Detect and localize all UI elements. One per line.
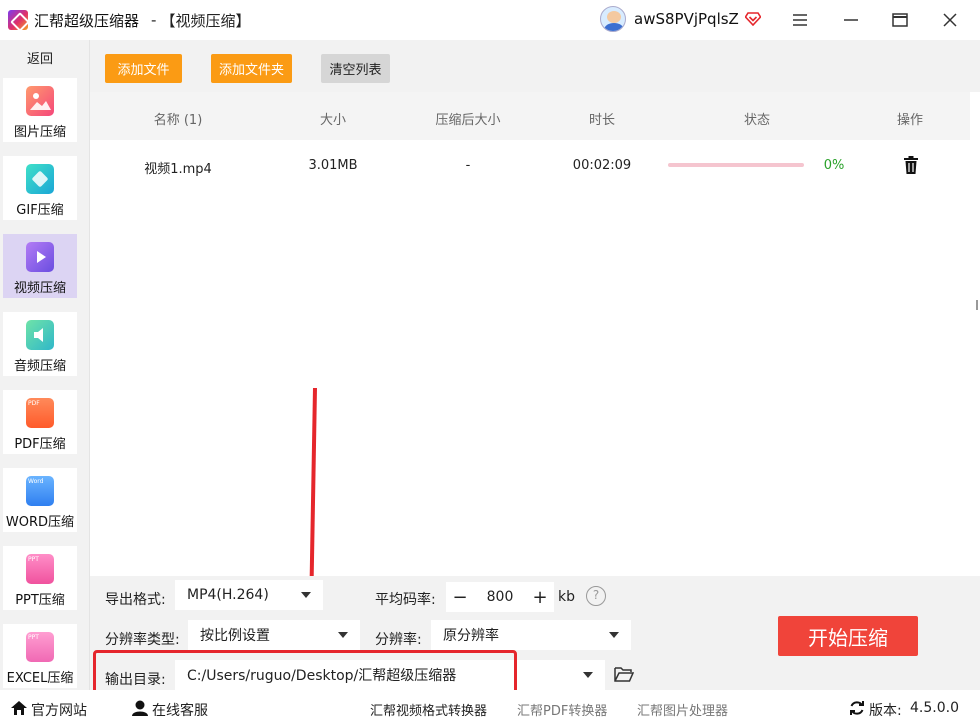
video-icon [26, 242, 54, 272]
home-icon [11, 701, 27, 715]
excel-icon: PPT [26, 632, 54, 662]
file-size: 3.01MB [308, 158, 358, 173]
format-select[interactable]: MP4(H.264) [175, 580, 323, 610]
word-badge: Word [28, 478, 44, 485]
online-support-link[interactable]: 在线客服 [152, 700, 208, 720]
folder-icon[interactable] [614, 666, 634, 682]
sidebar-item-ppt[interactable]: PPT PPT压缩 [3, 546, 77, 610]
version-label: 版本: [869, 703, 902, 719]
close-icon[interactable] [938, 8, 962, 32]
sidebar-item-label: 图片压缩 [13, 125, 66, 140]
sidebar-item-gif[interactable]: GIF压缩 [3, 156, 77, 220]
version-value: 4.5.0.0 [910, 700, 959, 716]
column-actions: 操作 [896, 113, 924, 128]
format-value: MP4(H.264) [187, 587, 269, 603]
title-separator: - [151, 11, 157, 29]
support-icon [132, 700, 148, 716]
footer: 官方网站 在线客服 汇帮视频格式转换器 汇帮PDF转换器 汇帮图片处理器 版本:… [0, 690, 980, 725]
resolution-type-label: 分辨率类型: [105, 632, 180, 648]
chevron-down-icon [609, 632, 619, 638]
clear-list-button[interactable]: 清空列表 [321, 54, 390, 83]
resolution-type-select[interactable]: 按比例设置 [188, 620, 360, 650]
sidebar-item-label: PDF压缩 [14, 437, 66, 452]
resolution-type-value: 按比例设置 [200, 628, 270, 644]
sidebar-item-video[interactable]: 视频压缩 [3, 234, 77, 298]
scrollbar[interactable] [976, 300, 978, 310]
bitrate-input[interactable]: 800 [474, 589, 526, 605]
word-icon: Word [26, 476, 54, 506]
sidebar-item-label: GIF压缩 [16, 203, 64, 218]
column-duration[interactable]: 时长 [589, 109, 615, 128]
resolution-select[interactable]: 原分辨率 [431, 620, 631, 650]
sidebar-item-excel[interactable]: PPT EXCEL压缩 [3, 624, 77, 688]
pdf-converter-link[interactable]: 汇帮PDF转换器 [517, 700, 607, 719]
image-icon [26, 86, 54, 116]
bitrate-stepper: − 800 + [446, 582, 554, 612]
minimize-icon[interactable] [839, 8, 863, 32]
sidebar-item-label: PPT压缩 [15, 593, 65, 608]
resolution-label: 分辨率: [375, 632, 422, 648]
ppt-badge: PPT [28, 556, 39, 563]
back-button[interactable]: 返回 [0, 48, 80, 67]
column-size[interactable]: 大小 [320, 109, 346, 128]
title-bar: 汇帮超级压缩器 - 【视频压缩】 awS8PVjPqlsZ [0, 0, 980, 40]
image-processor-link[interactable]: 汇帮图片处理器 [637, 700, 728, 719]
chevron-down-icon [338, 632, 348, 638]
maximize-icon[interactable] [888, 8, 912, 32]
gif-icon [26, 164, 54, 194]
sidebar-item-image[interactable]: 图片压缩 [3, 78, 77, 142]
sidebar-item-pdf[interactable]: PDF PDF压缩 [3, 390, 77, 454]
column-compressed-size[interactable]: 压缩后大小 [435, 109, 500, 128]
menu-icon[interactable] [788, 8, 812, 32]
add-folder-button[interactable]: 添加文件夹 [211, 54, 292, 83]
help-icon[interactable]: ? [586, 586, 606, 606]
file-name: 视频1.mp4 [144, 162, 212, 177]
bitrate-decrease-button[interactable]: − [446, 587, 474, 608]
excel-badge: PPT [28, 634, 39, 641]
pdf-badge: PDF [28, 400, 40, 407]
audio-icon [26, 320, 54, 350]
app-logo-icon [8, 10, 28, 30]
video-converter-link[interactable]: 汇帮视频格式转换器 [370, 700, 487, 719]
add-file-button[interactable]: 添加文件 [105, 54, 182, 83]
toolbar: 添加文件 添加文件夹 清空列表 [90, 40, 980, 92]
bitrate-label: 平均码率: [375, 592, 436, 608]
sidebar-item-label: EXCEL压缩 [6, 671, 74, 686]
sidebar-item-label: WORD压缩 [5, 515, 75, 530]
resolution-value: 原分辨率 [443, 628, 499, 644]
start-compress-button[interactable]: 开始压缩 [778, 616, 918, 656]
table-row[interactable]: 视频1.mp4 3.01MB - 00:02:09 0% [90, 140, 970, 188]
progress-bar [668, 163, 804, 167]
module-title: 【视频压缩】 [160, 11, 251, 30]
username[interactable]: awS8PVjPqlsZ [634, 10, 739, 28]
avatar[interactable] [600, 6, 626, 32]
chevron-down-icon [583, 672, 593, 678]
compressed-size: - [465, 158, 471, 173]
refresh-icon[interactable] [849, 700, 865, 716]
sidebar-item-word[interactable]: Word WORD压缩 [3, 468, 77, 532]
sidebar: 返回 图片压缩 GIF压缩 视频压缩 音频压缩 PDF PDF压缩 Word W… [0, 40, 90, 690]
file-table-header: 名称 (1) 大小 压缩后大小 时长 状态 操作 [90, 92, 970, 140]
sidebar-item-label: 视频压缩 [13, 281, 66, 296]
trash-icon[interactable] [903, 156, 919, 174]
column-status[interactable]: 状态 [744, 109, 770, 128]
sidebar-item-audio[interactable]: 音频压缩 [3, 312, 77, 376]
column-name[interactable]: 名称 (1) [154, 109, 203, 128]
official-website-link[interactable]: 官方网站 [31, 700, 87, 720]
sidebar-item-label: 音频压缩 [13, 359, 66, 374]
chevron-down-icon [301, 592, 311, 598]
ppt-icon: PPT [26, 554, 54, 584]
user-area[interactable]: awS8PVjPqlsZ [600, 6, 761, 32]
file-duration: 00:02:09 [572, 158, 632, 173]
vip-diamond-icon[interactable] [744, 12, 761, 26]
bitrate-unit: kb [558, 589, 575, 605]
app-title: 汇帮超级压缩器 [34, 11, 140, 30]
bitrate-increase-button[interactable]: + [526, 587, 554, 608]
progress-percent: 0% [823, 158, 845, 173]
pdf-icon: PDF [26, 398, 54, 428]
format-label: 导出格式: [105, 592, 166, 608]
